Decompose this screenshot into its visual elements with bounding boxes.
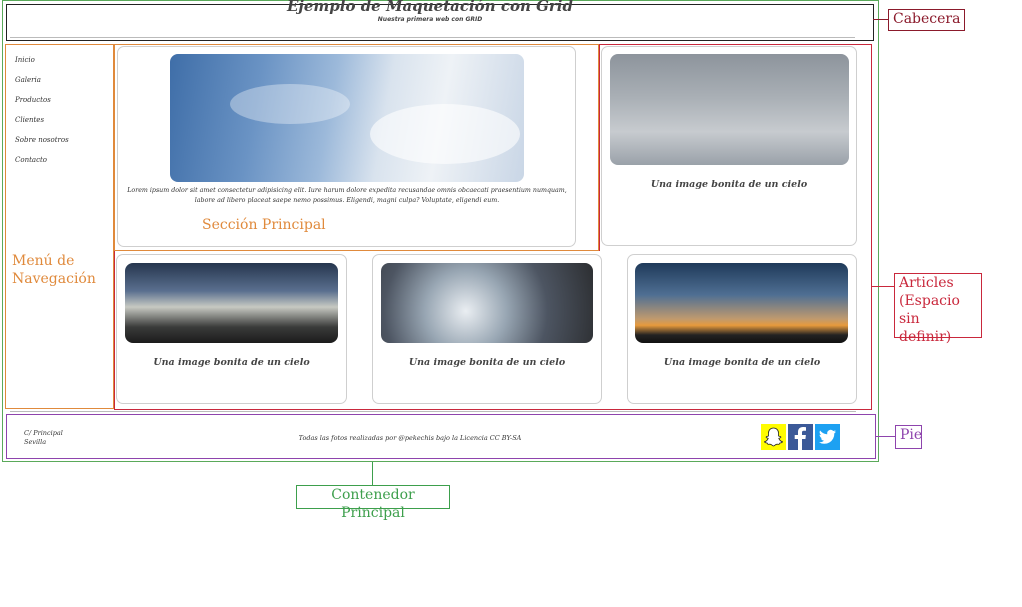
footer-divider bbox=[10, 411, 856, 412]
nav-annotation-line2: Navegación bbox=[12, 271, 96, 287]
article-caption: Una image bonita de un cielo bbox=[408, 357, 566, 368]
article-caption: Una image bonita de un cielo bbox=[663, 357, 821, 368]
page-title: Ejemplo de Maquetación con Grid bbox=[287, 0, 573, 15]
nav-item-productos[interactable]: Productos bbox=[15, 96, 51, 104]
nav-annotation: Menú de Navegación bbox=[12, 252, 112, 288]
nav-item-clientes[interactable]: Clientes bbox=[15, 116, 44, 124]
article-sky-image bbox=[125, 263, 338, 343]
nav-item-inicio[interactable]: Inicio bbox=[15, 56, 35, 64]
footer-address-line1: C/ Principal bbox=[24, 429, 63, 437]
articles-connector bbox=[872, 286, 894, 287]
nav-item-galeria[interactable]: Galeria bbox=[15, 76, 41, 84]
articles-annotation-line3: definir) bbox=[899, 329, 952, 345]
header-divider bbox=[10, 37, 855, 38]
article-sky-image bbox=[635, 263, 848, 343]
contenedor-connector bbox=[372, 462, 373, 485]
hero-sky-image bbox=[170, 54, 524, 182]
footer-address: C/ Principal Sevilla bbox=[24, 429, 63, 447]
snapchat-icon[interactable] bbox=[761, 424, 786, 450]
nav-item-contacto[interactable]: Contacto bbox=[15, 156, 47, 164]
main-section-text: Lorem ipsum dolor sit amet consectetur a… bbox=[127, 187, 567, 204]
cabecera-annotation: Cabecera bbox=[888, 9, 965, 31]
article-sky-image bbox=[610, 54, 849, 165]
cabecera-connector bbox=[873, 19, 888, 20]
pie-connector bbox=[876, 436, 895, 437]
facebook-icon[interactable] bbox=[788, 424, 813, 450]
main-section-annotation: Sección Principal bbox=[202, 217, 326, 233]
article-sky-image bbox=[381, 263, 593, 343]
twitter-icon[interactable] bbox=[815, 424, 840, 450]
footer-address-line2: Sevilla bbox=[24, 438, 47, 446]
articles-annotation-line2: (Espacio sin bbox=[899, 293, 960, 327]
article-caption: Una image bonita de un cielo bbox=[153, 357, 310, 368]
articles-annotation: Articles (Espacio sin definir) bbox=[894, 273, 982, 345]
nav-region: Inicio Galeria Productos Clientes Sobre … bbox=[5, 44, 114, 409]
footer-credits: Todas las fotos realizadas por @pekechis… bbox=[298, 434, 522, 442]
nav-item-sobre-nosotros[interactable]: Sobre nosotros bbox=[15, 136, 69, 144]
nav-annotation-line1: Menú de bbox=[12, 253, 75, 269]
article-caption: Una image bonita de un cielo bbox=[650, 179, 808, 190]
page-subtitle: Nuestra primera web con GRID bbox=[377, 16, 483, 23]
pie-annotation: Pie bbox=[895, 425, 922, 449]
articles-annotation-line1: Articles bbox=[899, 275, 954, 291]
contenedor-annotation: Contenedor Principal bbox=[296, 485, 450, 521]
